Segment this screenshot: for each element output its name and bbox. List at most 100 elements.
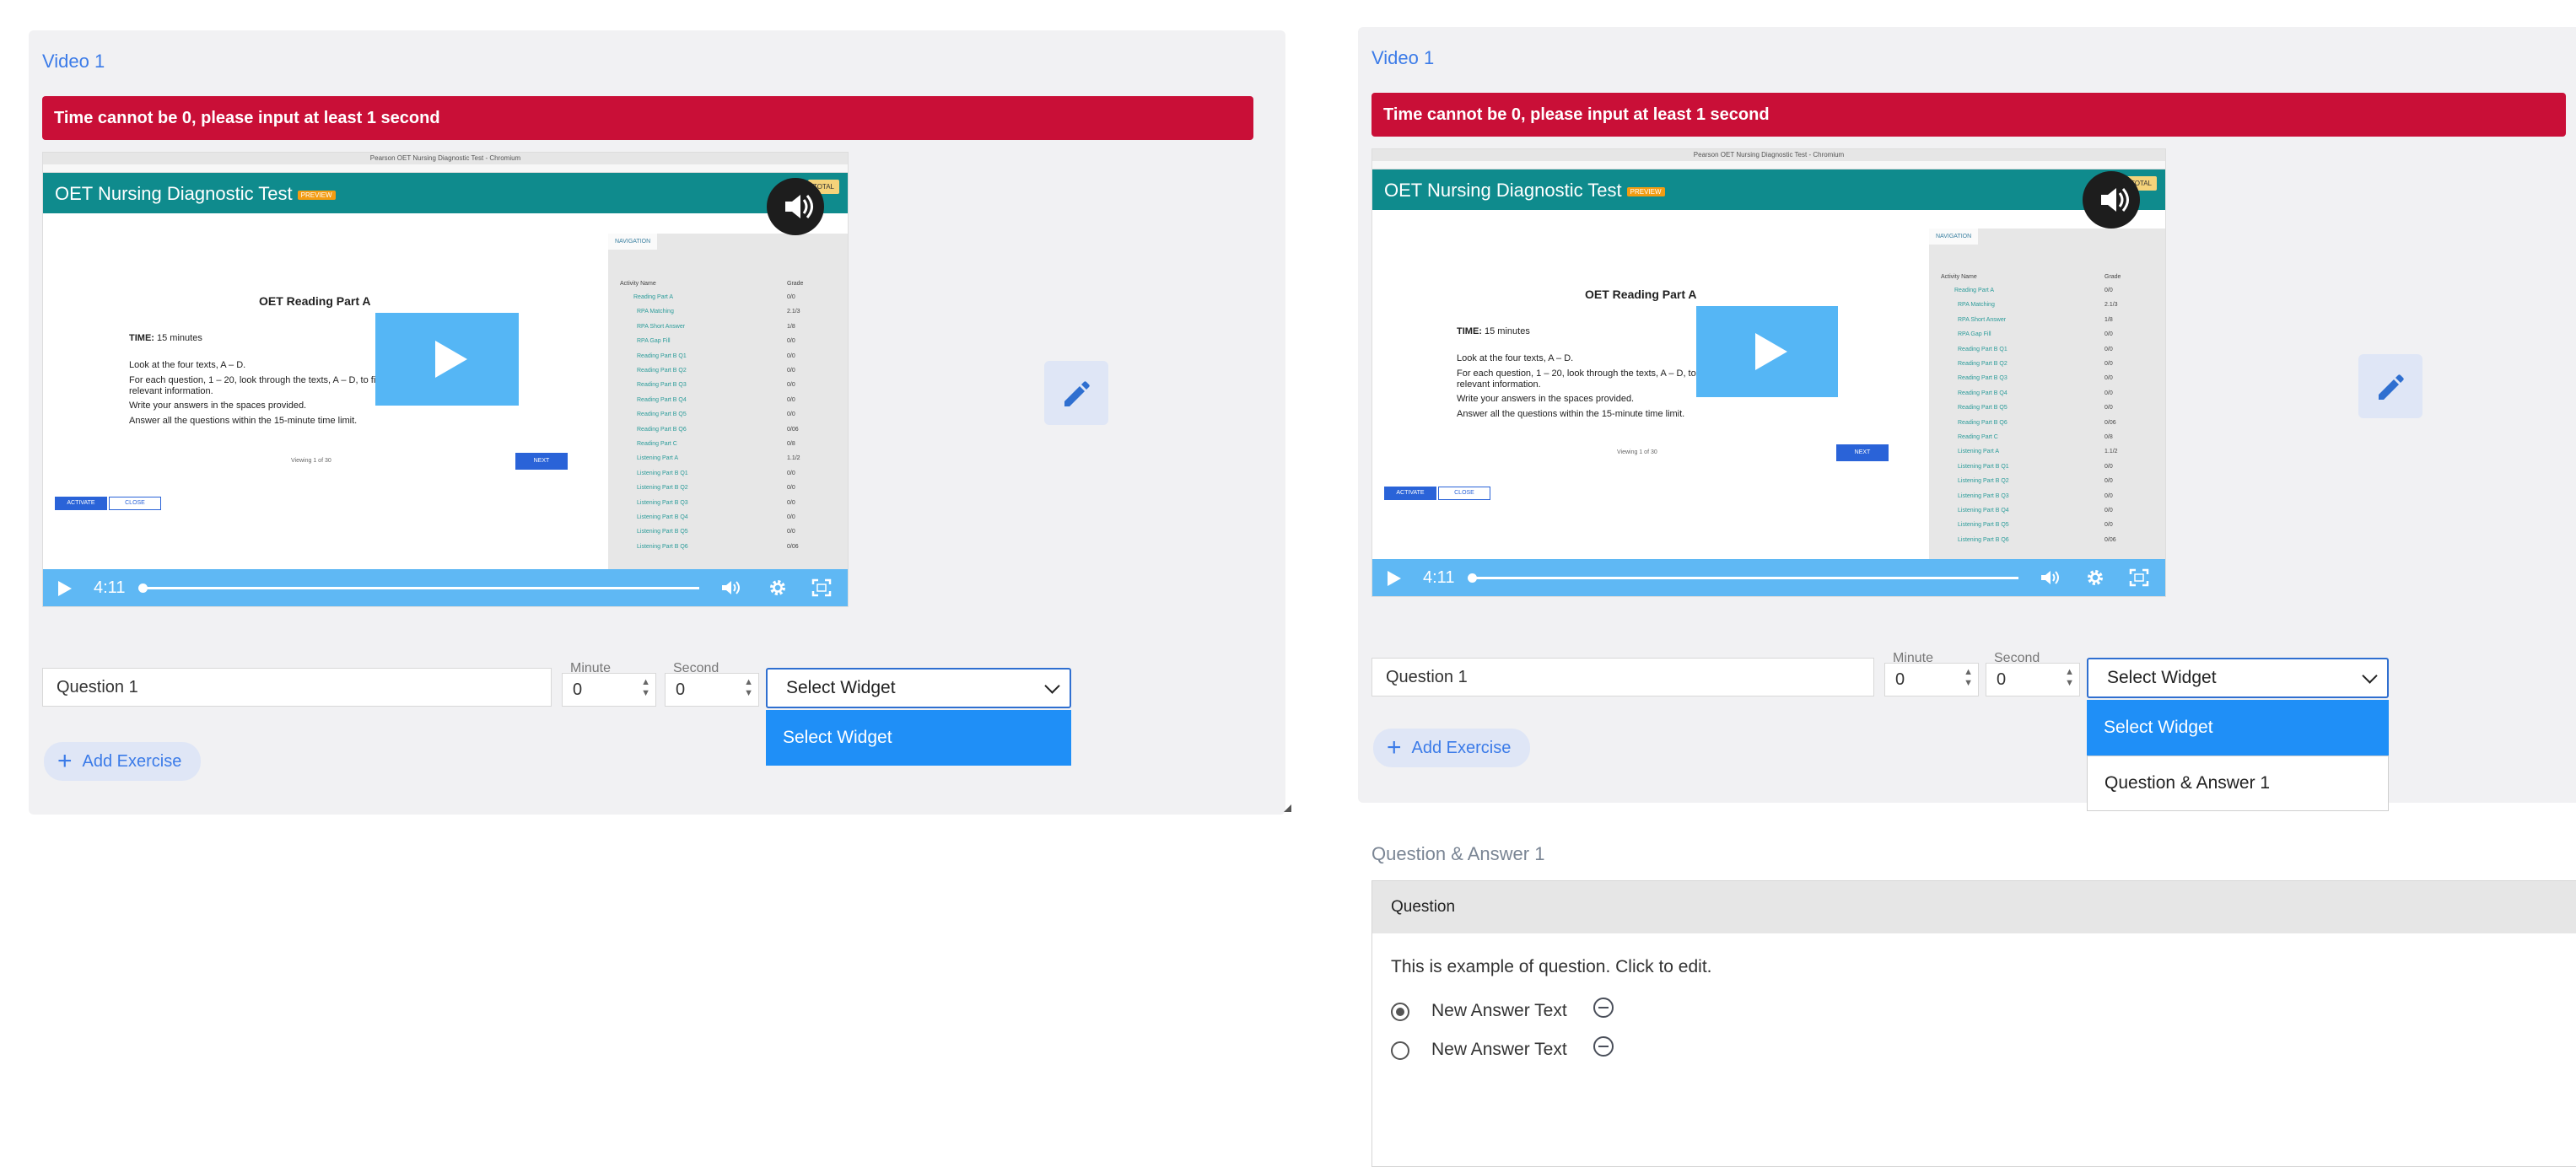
volume-icon[interactable]	[719, 578, 741, 598]
chevron-down-icon	[2362, 668, 2378, 684]
video-player[interactable]: Pearson OET Nursing Diagnostic Test - Ch…	[1372, 148, 2166, 597]
fullscreen-icon[interactable]	[811, 578, 833, 598]
add-exercise-button[interactable]: + Add Exercise	[1373, 729, 1530, 767]
nav-row-grade: 2.1/3	[2104, 302, 2118, 309]
nav-row-name: Reading Part B Q2	[637, 368, 687, 374]
widget-option[interactable]: Select Widget	[766, 710, 1071, 766]
nav-row-grade: 0/0	[2104, 331, 2113, 338]
video-player[interactable]: Pearson OET Nursing Diagnostic Test - Ch…	[42, 152, 849, 607]
nav-row-name: RPA Short Answer	[637, 323, 686, 330]
viewing-count: Viewing 1 of 30	[291, 458, 331, 464]
answer-text[interactable]: New Answer Text	[1431, 1040, 1567, 1060]
second-input[interactable]: 0 ▲ ▼	[1986, 663, 2080, 696]
play-icon[interactable]	[58, 581, 72, 596]
question-name-input[interactable]: Question 1	[1372, 658, 1874, 696]
edit-button[interactable]	[1044, 361, 1108, 425]
browser-url-bar	[1372, 161, 2165, 169]
nav-row-name: RPA Short Answer	[1958, 316, 2007, 323]
settings-gear-icon[interactable]	[767, 578, 789, 598]
video-navigation-panel: NAVIGATION Activity Name Grade Reading P…	[608, 234, 848, 571]
progress-knob[interactable]	[138, 584, 148, 593]
browser-title-bar: Pearson OET Nursing Diagnostic Test - Ch…	[43, 153, 848, 165]
widget-option[interactable]: Select Widget	[2087, 700, 2389, 756]
qa-header: Question	[1372, 881, 2576, 933]
progress-track[interactable]	[1472, 577, 2018, 579]
nav-row-grade: 0/0	[2104, 478, 2113, 485]
minute-value: 0	[573, 680, 583, 699]
minute-stepper[interactable]: ▲ ▼	[1964, 667, 1973, 689]
panel-resize-handle[interactable]	[1284, 804, 1291, 812]
nav-row-name: Listening Part B Q1	[1958, 463, 2009, 470]
nav-row-grade: 1.1/2	[787, 455, 800, 462]
nav-row-name: Reading Part B Q1	[637, 352, 687, 359]
document-title: OET Reading Part A	[1585, 288, 1697, 301]
second-input[interactable]: 0 ▲ ▼	[665, 673, 759, 707]
nav-row-name: Listening Part B Q5	[1958, 522, 2009, 529]
big-play-button[interactable]	[1696, 306, 1838, 397]
nav-row-grade: 0/0	[787, 499, 795, 506]
answer-radio[interactable]	[1391, 1003, 1409, 1021]
remove-answer-icon[interactable]	[1593, 998, 1614, 1018]
nav-row-name: Listening Part B Q4	[1958, 508, 2009, 514]
nav-row-grade: 1/8	[2104, 316, 2113, 323]
second-stepper[interactable]: ▲ ▼	[744, 677, 753, 699]
edit-button[interactable]	[2358, 354, 2422, 418]
minute-input[interactable]: 0 ▲ ▼	[562, 673, 656, 707]
minute-input[interactable]: 0 ▲ ▼	[1884, 663, 1979, 696]
nav-row-name: Reading Part A	[1954, 288, 1995, 293]
widget-select[interactable]: Select Widget	[766, 668, 1071, 708]
widget-select[interactable]: Select Widget	[2087, 658, 2389, 698]
nav-row-grade: 0/0	[2104, 405, 2113, 411]
viewing-count: Viewing 1 of 30	[1617, 449, 1657, 455]
big-play-button[interactable]	[375, 313, 519, 406]
nav-row-name: Listening Part B Q4	[637, 514, 688, 520]
nav-row-grade: 0/0	[787, 470, 795, 476]
nav-row-name: Listening Part B Q3	[1958, 492, 2009, 499]
remove-answer-icon[interactable]	[1593, 1036, 1614, 1057]
answer-radio[interactable]	[1391, 1041, 1409, 1060]
nav-row-grade: 0/0	[2104, 375, 2113, 382]
volume-indicator	[767, 178, 824, 235]
add-exercise-button[interactable]: + Add Exercise	[44, 742, 201, 781]
progress-track[interactable]	[143, 587, 699, 589]
video-next-button: NEXT	[1836, 444, 1889, 461]
nav-row-name: Listening Part B Q2	[637, 485, 688, 492]
video-close-button: CLOSE	[109, 497, 161, 510]
play-icon[interactable]	[1388, 571, 1401, 586]
second-stepper[interactable]: ▲ ▼	[2065, 667, 2074, 689]
fullscreen-icon[interactable]	[2128, 567, 2150, 588]
document-line: Answer all the questions within the 15-m…	[1457, 409, 1685, 419]
video-control-bar: 4:11	[1372, 559, 2165, 596]
nav-row-name: RPA Matching	[1958, 302, 1995, 309]
video-app-header: OET Nursing Diagnostic Test PREVIEW TOTAL	[1372, 169, 2165, 210]
nav-row-grade: 1.1/2	[2104, 449, 2118, 455]
answer-text[interactable]: New Answer Text	[1431, 1001, 1567, 1021]
progress-knob[interactable]	[1468, 573, 1477, 583]
document-time: TIME: 15 minutes	[129, 333, 202, 343]
question-name-input[interactable]: Question 1	[42, 668, 552, 707]
nav-row-grade: 0/06	[787, 543, 799, 550]
plus-icon: +	[57, 747, 73, 775]
browser-title-bar: Pearson OET Nursing Diagnostic Test - Ch…	[1372, 149, 2165, 162]
volume-icon[interactable]	[2039, 567, 2061, 588]
nav-row-name: Listening Part B Q6	[1958, 536, 2009, 543]
video-app-title: OET Nursing Diagnostic Test PREVIEW	[55, 183, 336, 205]
nav-row-grade: 0/0	[2104, 346, 2113, 352]
nav-row-name: Listening Part B Q5	[637, 529, 688, 535]
document-line: Answer all the questions within the 15-m…	[129, 416, 358, 426]
nav-row-grade: 1/8	[787, 323, 795, 330]
qa-question-text[interactable]: This is example of question. Click to ed…	[1391, 957, 1712, 977]
nav-row-name: RPA Gap Fill	[1958, 331, 1991, 338]
document-line: Write your answers in the spaces provide…	[1457, 394, 1635, 404]
navigation-tab: NAVIGATION	[608, 234, 658, 250]
nav-row-grade: 0/0	[787, 382, 795, 389]
settings-gear-icon[interactable]	[2084, 567, 2106, 588]
widget-option[interactable]: Question & Answer 1	[2087, 756, 2389, 811]
minute-stepper[interactable]: ▲ ▼	[641, 677, 650, 699]
nav-row-grade: 0/06	[787, 426, 799, 433]
chevron-down-icon	[1044, 678, 1060, 694]
nav-row-grade: 0/0	[787, 514, 795, 520]
play-icon	[435, 341, 467, 378]
preview-badge: PREVIEW	[297, 190, 336, 200]
nav-row-grade: 2.1/3	[787, 309, 800, 315]
